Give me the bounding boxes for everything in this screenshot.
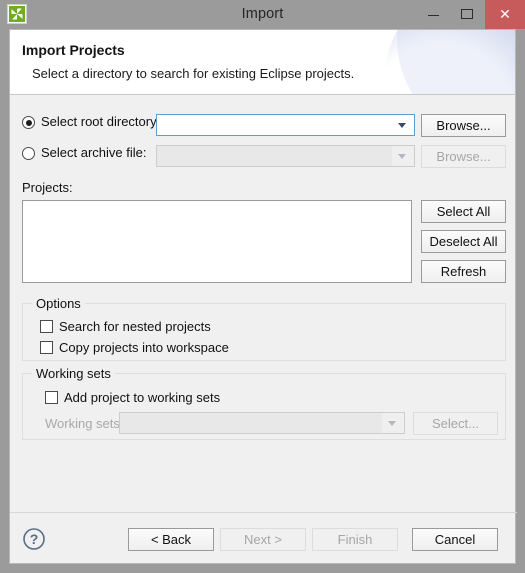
maximize-icon: [461, 9, 473, 19]
archive-file-combo: [156, 145, 415, 167]
checkbox-search-nested-projects[interactable]: [40, 320, 53, 333]
deselect-all-button[interactable]: Deselect All: [421, 230, 506, 253]
options-group: Options Search for nested projects Copy …: [22, 296, 506, 361]
working-sets-select-button: Select...: [413, 412, 498, 435]
radio-select-root-directory[interactable]: [22, 116, 35, 129]
radio-select-archive-file[interactable]: [22, 147, 35, 160]
working-sets-group: Working sets Add project to working sets…: [22, 366, 506, 440]
back-button[interactable]: < Back: [128, 528, 214, 551]
select-all-button[interactable]: Select All: [421, 200, 506, 223]
checkbox-label-search-nested-projects: Search for nested projects: [59, 319, 211, 334]
dialog-body: Select root directory: Browse... Select …: [9, 95, 516, 512]
working-sets-combo-label: Working sets:: [45, 416, 124, 431]
page-title: Import Projects: [22, 42, 125, 58]
radio-label-archive-file: Select archive file:: [41, 145, 147, 160]
options-group-title: Options: [32, 296, 85, 311]
chevron-down-icon: [398, 123, 406, 128]
checkbox-copy-projects-into-workspace[interactable]: [40, 341, 53, 354]
import-dialog-window: Import ✕ Import Projects Select a direct…: [0, 0, 525, 573]
help-icon[interactable]: ?: [22, 527, 46, 551]
chevron-down-icon: [388, 421, 396, 426]
projects-list[interactable]: [22, 200, 412, 283]
checkbox-label-copy-projects-into-workspace: Copy projects into workspace: [59, 340, 229, 355]
maximize-button[interactable]: [452, 0, 482, 29]
title-bar[interactable]: Import ✕: [0, 0, 525, 29]
working-sets-group-title: Working sets: [32, 366, 115, 381]
archive-file-combo-fill: [157, 146, 392, 166]
wizard-header: Import Projects Select a directory to se…: [9, 29, 516, 95]
root-directory-combo[interactable]: [156, 114, 415, 136]
next-button: Next >: [220, 528, 306, 551]
projects-label: Projects:: [22, 180, 73, 195]
footer-separator: [10, 512, 517, 513]
header-decoration-inner: [385, 30, 515, 94]
minimize-icon: [428, 15, 439, 16]
checkbox-label-add-project-to-working-sets: Add project to working sets: [64, 390, 221, 405]
chevron-down-icon: [398, 154, 406, 159]
checkbox-add-project-to-working-sets[interactable]: [45, 391, 58, 404]
close-icon: ✕: [499, 6, 511, 22]
working-sets-combo-fill: [120, 413, 382, 433]
minimize-button[interactable]: [418, 0, 448, 29]
refresh-button[interactable]: Refresh: [421, 260, 506, 283]
working-sets-combo: [119, 412, 405, 434]
page-subtitle: Select a directory to search for existin…: [32, 66, 355, 81]
cancel-button[interactable]: Cancel: [412, 528, 498, 551]
svg-text:?: ?: [30, 531, 39, 547]
close-button[interactable]: ✕: [485, 0, 525, 29]
browse-archive-file-button: Browse...: [421, 145, 506, 168]
radio-label-root-directory: Select root directory:: [41, 114, 161, 129]
finish-button: Finish: [312, 528, 398, 551]
browse-root-directory-button[interactable]: Browse...: [421, 114, 506, 137]
